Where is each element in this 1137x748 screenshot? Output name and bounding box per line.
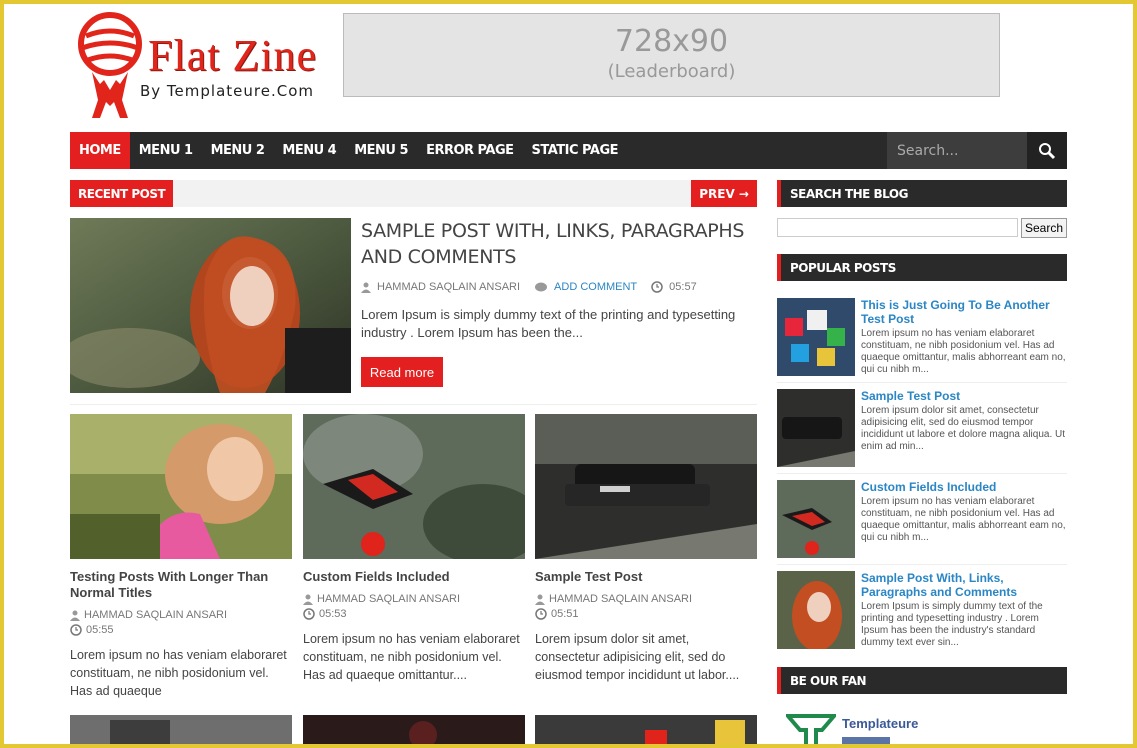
featured-post-image[interactable] bbox=[70, 218, 351, 393]
grid-post-image[interactable] bbox=[70, 715, 292, 748]
divider bbox=[777, 473, 1067, 474]
featured-post-title[interactable]: SAMPLE POST WITH, LINKS, PARAGRAPHS AND … bbox=[361, 218, 757, 270]
divider bbox=[777, 564, 1067, 565]
popular-post-thumbnail[interactable] bbox=[777, 571, 855, 649]
popular-post-thumbnail[interactable] bbox=[777, 480, 855, 558]
ad-size: 728x90 bbox=[614, 24, 729, 59]
grid-post-author[interactable]: HAMMAD SAQLAIN ANSARI bbox=[84, 609, 227, 621]
recent-post-label: RECENT POST bbox=[70, 180, 174, 207]
grid-post: Custom Fields Included HAMMAD SAQLAIN AN… bbox=[303, 414, 525, 684]
grid-post-image[interactable] bbox=[303, 715, 525, 748]
grid-post-time: 05:53 bbox=[319, 608, 347, 620]
featured-time: 05:57 bbox=[669, 281, 697, 293]
like-button[interactable] bbox=[842, 737, 890, 748]
divider bbox=[70, 404, 757, 405]
nav-item-error-page[interactable]: ERROR PAGE bbox=[417, 132, 522, 169]
nav-item-static-page[interactable]: STATIC PAGE bbox=[523, 132, 628, 169]
nav-item-menu-4[interactable]: MENU 4 bbox=[273, 132, 345, 169]
atlas-logo-icon bbox=[78, 12, 142, 118]
popular-post-thumbnail[interactable] bbox=[777, 389, 855, 467]
clock-icon bbox=[70, 624, 82, 636]
templateure-logo-icon[interactable] bbox=[786, 712, 836, 748]
popular-post-excerpt: Lorem ipsum dolor sit amet, consectetur … bbox=[861, 405, 1066, 452]
grid-post-author[interactable]: HAMMAD SAQLAIN ANSARI bbox=[317, 593, 460, 605]
grid-post-author-row: HAMMAD SAQLAIN ANSARI bbox=[70, 609, 292, 621]
featured-author[interactable]: HAMMAD SAQLAIN ANSARI bbox=[377, 281, 520, 293]
user-icon bbox=[361, 282, 371, 293]
grid-post: Testing Posts With Longer Than Normal Ti… bbox=[70, 414, 292, 700]
popular-post-thumbnail[interactable] bbox=[777, 298, 855, 376]
search-icon bbox=[1039, 142, 1056, 159]
grid-post-excerpt: Lorem ipsum no has veniam elaboraret con… bbox=[303, 632, 520, 682]
grid-post-time-row: 05:55 bbox=[70, 624, 292, 636]
grid-post-author-row: HAMMAD SAQLAIN ANSARI bbox=[535, 593, 757, 605]
grid-post-excerpt: Lorem ipsum no has veniam elaboraret con… bbox=[70, 648, 287, 698]
fan-page-name[interactable]: Templateure bbox=[842, 716, 918, 731]
nav-item-menu-2[interactable]: MENU 2 bbox=[202, 132, 274, 169]
featured-post-meta: HAMMAD SAQLAIN ANSARI ADD COMMENT 05:57 bbox=[361, 281, 697, 293]
divider bbox=[777, 382, 1067, 383]
clock-icon bbox=[303, 608, 315, 620]
popular-post-title[interactable]: Custom Fields Included bbox=[861, 480, 1067, 494]
sidebar-search-button[interactable]: Search bbox=[1021, 218, 1067, 238]
grid-post-image[interactable] bbox=[303, 414, 525, 559]
main-nav: HOME MENU 1 MENU 2 MENU 4 MENU 5 ERROR P… bbox=[70, 132, 1067, 169]
nav-item-home[interactable]: HOME bbox=[70, 132, 130, 169]
featured-post-excerpt: Lorem Ipsum is simply dummy text of the … bbox=[361, 307, 736, 340]
grid-post-image[interactable] bbox=[70, 414, 292, 559]
grid-post-excerpt: Lorem ipsum dolor sit amet, consectetur … bbox=[535, 632, 740, 682]
grid-post-time: 05:51 bbox=[551, 608, 579, 620]
popular-post-title[interactable]: Sample Test Post bbox=[861, 389, 1067, 403]
popular-post-title[interactable]: This is Just Going To Be Another Test Po… bbox=[861, 298, 1067, 326]
popular-post-excerpt: Lorem ipsum no has veniam elaboraret con… bbox=[861, 328, 1066, 375]
grid-post-title[interactable]: Custom Fields Included bbox=[303, 569, 525, 585]
read-more-button[interactable]: Read more bbox=[361, 357, 443, 387]
ad-label: (Leaderboard) bbox=[607, 61, 736, 82]
grid-post-author-row: HAMMAD SAQLAIN ANSARI bbox=[303, 593, 525, 605]
site-logo[interactable]: Flat Zine By Templateure.Com bbox=[70, 10, 332, 122]
leaderboard-ad[interactable]: 728x90 (Leaderboard) bbox=[343, 13, 1000, 97]
nav-search-button[interactable] bbox=[1027, 132, 1067, 169]
page: Flat Zine By Templateure.Com 728x90 (Lea… bbox=[0, 0, 1137, 748]
grid-post-author[interactable]: HAMMAD SAQLAIN ANSARI bbox=[549, 593, 692, 605]
grid-post-time-row: 05:51 bbox=[535, 608, 757, 620]
nav-item-menu-1[interactable]: MENU 1 bbox=[130, 132, 202, 169]
popular-post-excerpt: Lorem Ipsum is simply dummy text of the … bbox=[861, 601, 1043, 648]
grid-post-time-row: 05:53 bbox=[303, 608, 525, 620]
prev-button[interactable]: PREV → bbox=[691, 180, 757, 207]
be-our-fan-heading: BE OUR FAN bbox=[777, 667, 1067, 694]
add-comment-link[interactable]: ADD COMMENT bbox=[554, 281, 637, 293]
user-icon bbox=[303, 594, 313, 605]
popular-posts-heading: POPULAR POSTS bbox=[777, 254, 1067, 281]
grid-post-image[interactable] bbox=[535, 414, 757, 559]
user-icon bbox=[70, 610, 80, 621]
grid-post-image[interactable] bbox=[535, 715, 757, 748]
search-blog-heading: SEARCH THE BLOG bbox=[777, 180, 1067, 207]
comment-icon bbox=[535, 282, 548, 291]
grid-post: Sample Test Post HAMMAD SAQLAIN ANSARI 0… bbox=[535, 414, 757, 684]
recent-post-bar: RECENT POST PREV → bbox=[70, 180, 757, 207]
grid-post-title[interactable]: Sample Test Post bbox=[535, 569, 757, 585]
user-icon bbox=[535, 594, 545, 605]
clock-icon bbox=[535, 608, 547, 620]
clock-icon bbox=[651, 281, 663, 293]
logo-byline: By Templateure.Com bbox=[140, 82, 314, 100]
popular-post-title[interactable]: Sample Post With, Links, Paragraphs and … bbox=[861, 571, 1067, 599]
facebook-fan-box: Templateure bbox=[786, 712, 1066, 748]
sidebar-search-input[interactable] bbox=[777, 218, 1018, 237]
popular-post-excerpt: Lorem ipsum no has veniam elaboraret con… bbox=[861, 496, 1066, 543]
nav-search-input[interactable]: Search... bbox=[887, 132, 1027, 169]
nav-item-menu-5[interactable]: MENU 5 bbox=[345, 132, 417, 169]
logo-title: Flat Zine bbox=[148, 31, 318, 80]
grid-post-title[interactable]: Testing Posts With Longer Than Normal Ti… bbox=[70, 569, 292, 601]
grid-post-time: 05:55 bbox=[86, 624, 114, 636]
